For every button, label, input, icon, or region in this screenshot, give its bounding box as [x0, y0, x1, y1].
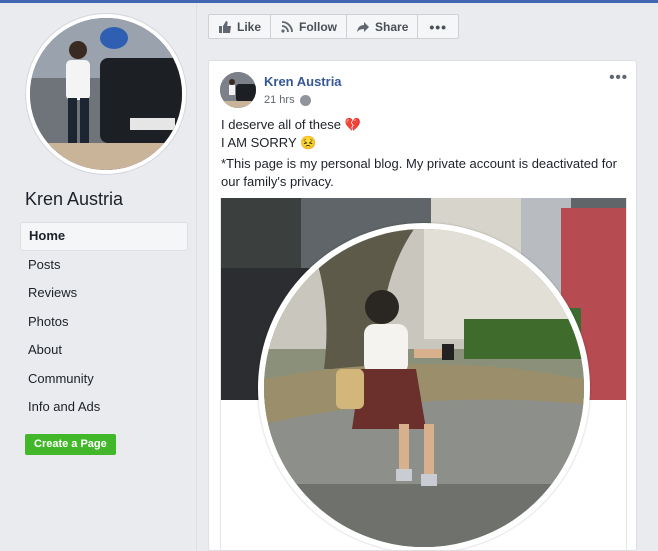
avatar-image	[220, 72, 256, 108]
sidebar-item-community[interactable]: Community	[20, 365, 188, 394]
sidebar-nav: Home Posts Reviews Photos About Communit…	[20, 222, 188, 422]
post-time-label: 21 hrs	[264, 94, 295, 106]
post-author-name[interactable]: Kren Austria	[264, 74, 342, 89]
post-card: Kren Austria 21 hrs ••• I deserve all of…	[208, 60, 637, 551]
post-photo[interactable]	[220, 198, 627, 550]
share-arrow-icon	[356, 20, 370, 34]
like-button[interactable]: Like	[209, 15, 272, 38]
post-options-button[interactable]: •••	[609, 69, 628, 86]
sidebar-item-home[interactable]: Home	[20, 222, 188, 251]
page-name[interactable]: Kren Austria	[25, 189, 123, 210]
like-label: Like	[237, 19, 262, 34]
share-button[interactable]: Share	[347, 15, 419, 38]
profile-picture[interactable]	[26, 14, 186, 174]
sidebar-item-photos[interactable]: Photos	[20, 308, 188, 337]
create-page-button[interactable]: Create a Page	[25, 434, 116, 455]
rss-feed-icon	[280, 20, 294, 34]
more-options-button[interactable]: •••	[418, 15, 458, 38]
sidebar-item-info-and-ads[interactable]: Info and Ads	[20, 393, 188, 422]
profile-photo-image	[30, 18, 182, 170]
post-text-line: *This page is my personal blog. My priva…	[221, 156, 617, 189]
sidebar-item-posts[interactable]: Posts	[20, 251, 188, 280]
post-text-line: I AM SORRY 😣	[221, 134, 317, 150]
thumbs-up-icon	[218, 20, 232, 34]
circular-photo-frame	[258, 223, 590, 550]
post-body: I deserve all of these 💔 I AM SORRY 😣 *T…	[221, 116, 626, 190]
sidebar-item-reviews[interactable]: Reviews	[20, 279, 188, 308]
woman-sitting-photo	[264, 229, 584, 547]
post-timestamp[interactable]: 21 hrs	[264, 94, 311, 106]
post-author-avatar[interactable]	[220, 72, 256, 108]
share-label: Share	[375, 19, 409, 34]
sidebar-item-about[interactable]: About	[20, 336, 188, 365]
left-sidebar: Kren Austria Home Posts Reviews Photos A…	[0, 3, 197, 551]
follow-label: Follow	[299, 19, 338, 34]
globe-icon	[299, 94, 311, 106]
page-action-bar: Like Follow Share •••	[208, 14, 460, 39]
post-text-line: I deserve all of these 💔	[221, 117, 361, 132]
follow-button[interactable]: Follow	[271, 15, 348, 38]
